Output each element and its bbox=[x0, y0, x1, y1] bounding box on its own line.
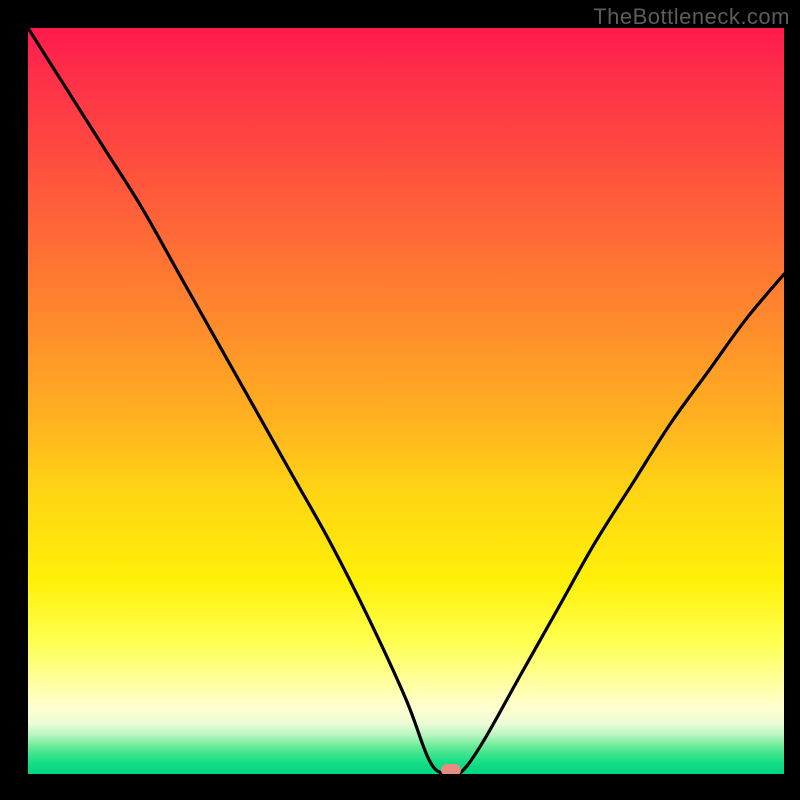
bottleneck-curve bbox=[28, 28, 784, 774]
optimal-marker bbox=[441, 764, 461, 774]
chart-stage: TheBottleneck.com bbox=[0, 0, 800, 800]
plot-area bbox=[28, 28, 784, 774]
watermark-text: TheBottleneck.com bbox=[593, 4, 790, 30]
